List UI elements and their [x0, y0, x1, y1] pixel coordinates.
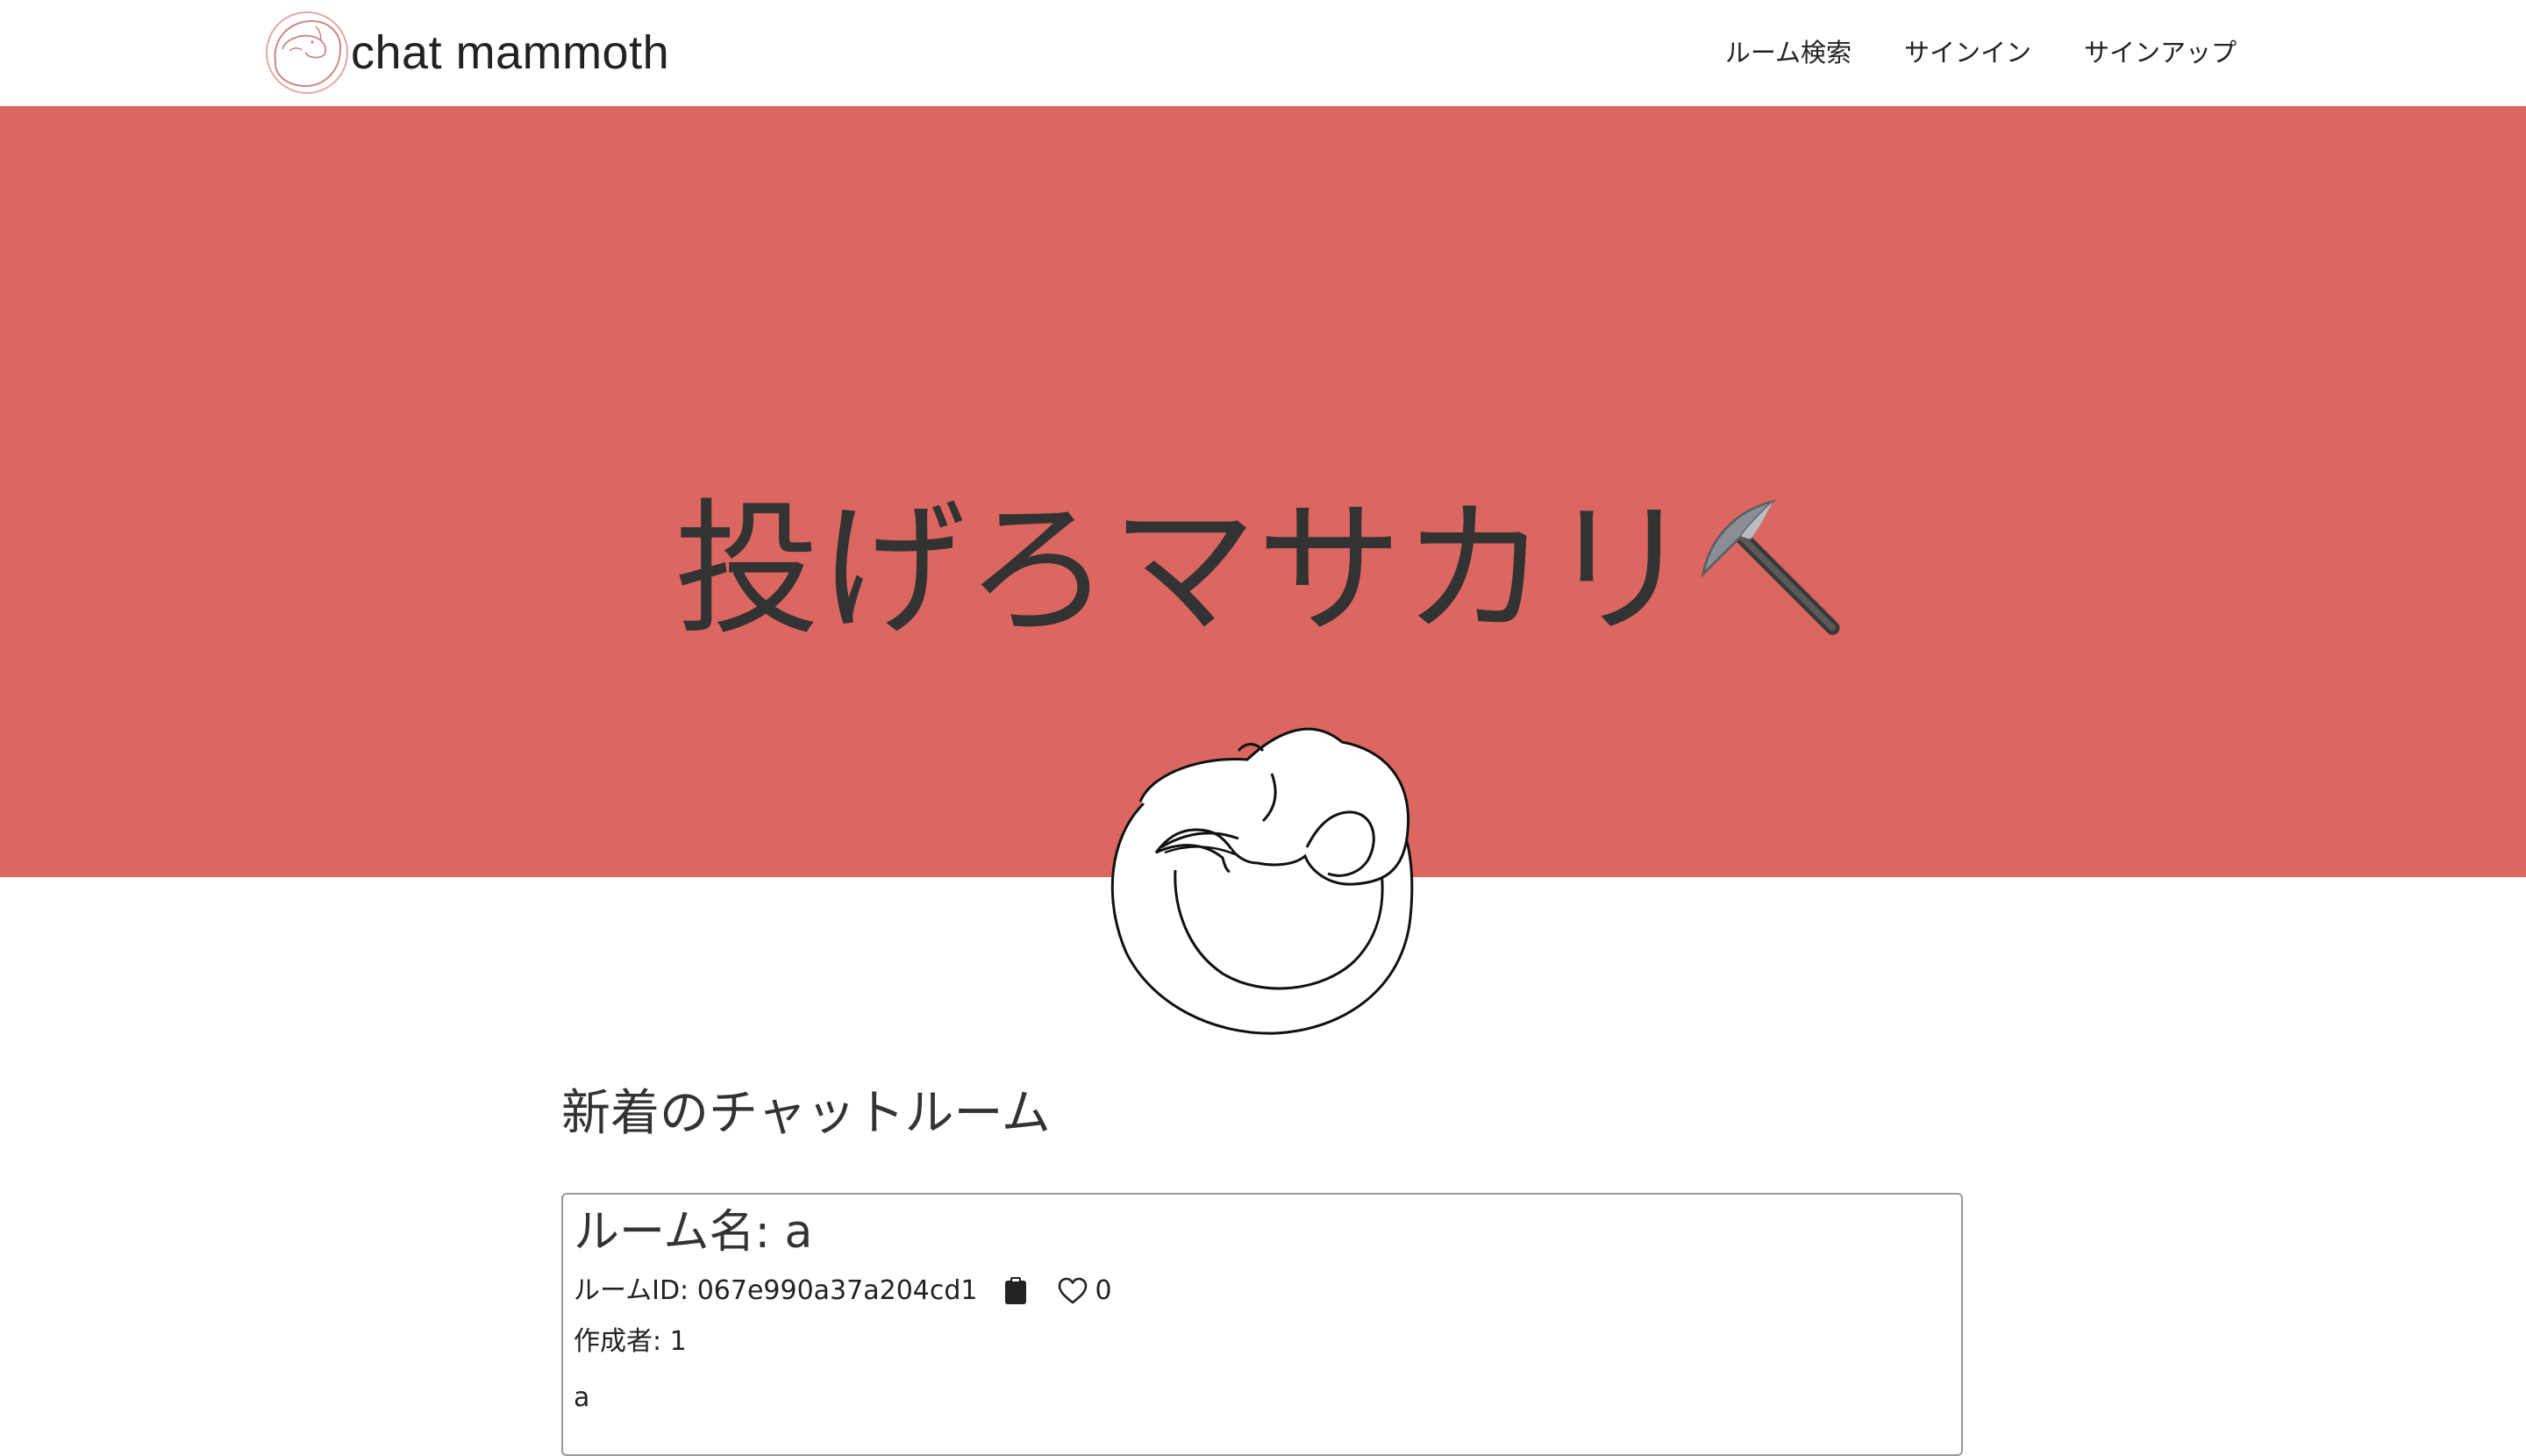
hero-title-row: 投げろマサカリ: [0, 483, 2526, 676]
brand-name: chat mammoth: [351, 26, 670, 79]
new-rooms-heading: 新着のチャットルーム: [561, 1085, 1051, 1142]
hero-title: 投げろマサカリ: [674, 486, 1694, 655]
mammoth-logo-icon: [266, 11, 348, 94]
room-id: ルームID: 067e990a37a204cd1: [574, 1275, 978, 1306]
navbar: chat mammoth ルーム検索 サインイン サインアップ: [0, 0, 2526, 106]
room-description: a: [574, 1382, 590, 1413]
pickaxe-icon: [1701, 499, 1840, 635]
heart-icon[interactable]: [1057, 1277, 1088, 1305]
nav-sign-up[interactable]: サインアップ: [2084, 32, 2237, 69]
brand-link[interactable]: chat mammoth: [263, 7, 669, 98]
room-name[interactable]: ルーム名: a: [574, 1203, 1951, 1261]
like-count: 0: [1095, 1275, 1112, 1306]
mammoth-mascot-icon: [1110, 727, 1414, 1035]
nav-room-search[interactable]: ルーム検索: [1725, 32, 1852, 69]
room-meta-row: ルームID: 067e990a37a204cd1 0: [574, 1272, 1951, 1310]
room-creator: 作成者: 1: [574, 1326, 687, 1357]
clipboard-icon[interactable]: [1004, 1277, 1027, 1305]
nav-links: ルーム検索 サインイン サインアップ: [1673, 0, 2237, 102]
room-card[interactable]: ルーム名: a ルームID: 067e990a37a204cd1 0 作成者: …: [561, 1193, 1963, 1456]
nav-sign-in[interactable]: サインイン: [1904, 32, 2031, 69]
